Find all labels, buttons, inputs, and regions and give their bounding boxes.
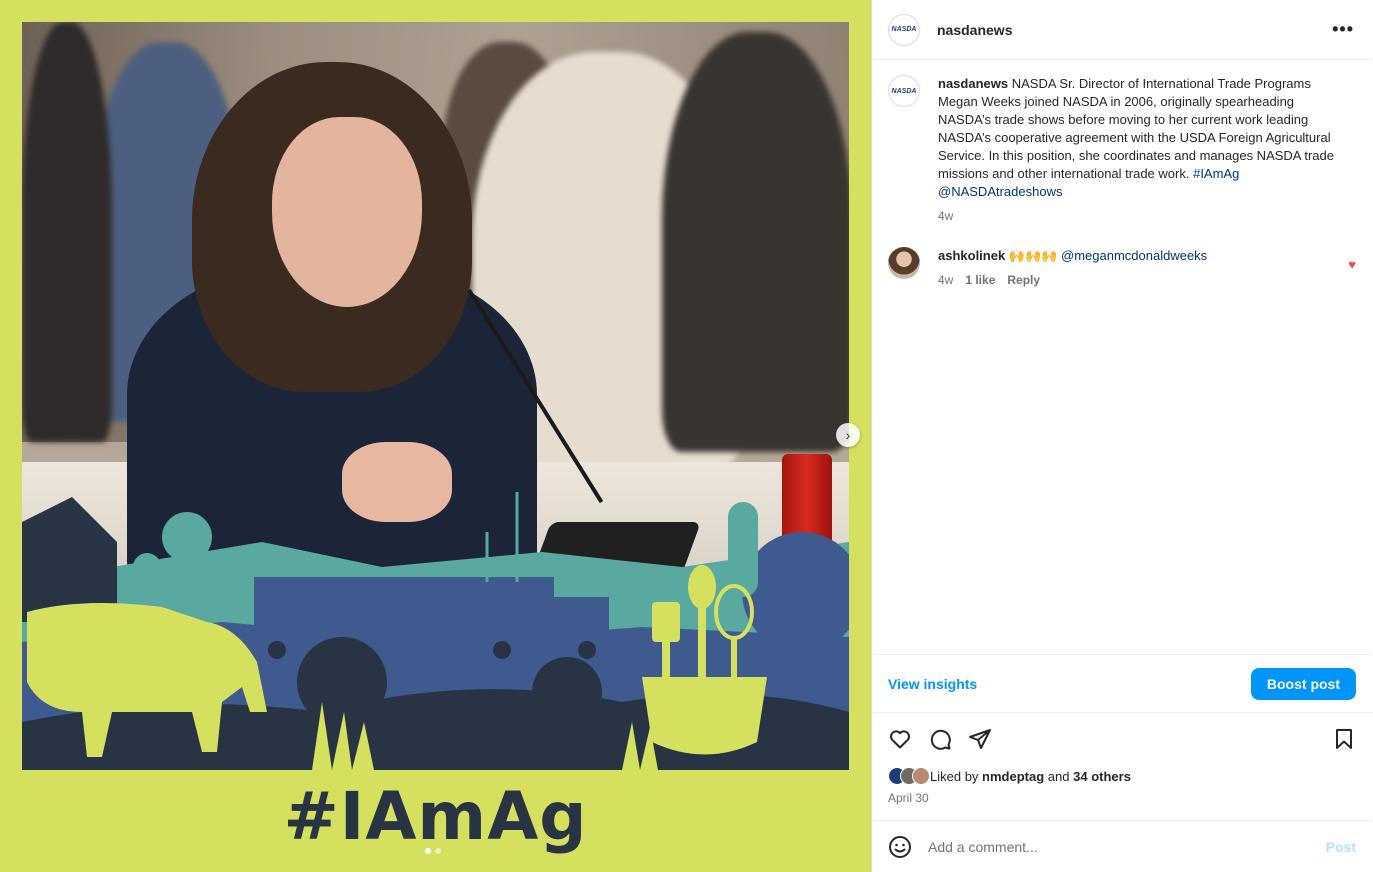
chevron-right-icon: › xyxy=(845,427,851,443)
caption-author-avatar[interactable]: NASDA xyxy=(888,75,920,107)
comment-emojis: 🙌🙌🙌 xyxy=(1008,248,1058,263)
more-horizontal-icon: ••• xyxy=(1332,19,1354,39)
caption-hashtag[interactable]: #IAmAg xyxy=(1193,166,1239,181)
carousel-dot xyxy=(435,848,441,854)
iamag-hashtag-graphic: #IAmAg xyxy=(283,778,588,855)
bookmark-icon[interactable] xyxy=(1332,727,1356,751)
heart-icon[interactable] xyxy=(888,727,912,751)
comment-timestamp: 4w xyxy=(938,273,954,287)
commenter-avatar[interactable] xyxy=(888,247,920,279)
author-avatar[interactable]: NASDA xyxy=(888,13,920,46)
post-photo xyxy=(22,22,849,770)
more-options-button[interactable]: ••• xyxy=(1332,19,1354,40)
comments-section[interactable]: NASDA nasdanews NASDA Sr. Director of In… xyxy=(872,61,1372,653)
post-comment-button[interactable]: Post xyxy=(1326,839,1356,855)
post-header: NASDA nasdanews ••• xyxy=(872,0,1372,60)
add-comment-input[interactable]: Add a comment... xyxy=(928,839,1326,855)
post-details-panel: NASDA nasdanews ••• NASDA nasdanews NASD… xyxy=(871,0,1372,872)
view-insights-link[interactable]: View insights xyxy=(888,676,977,692)
carousel-dot-active xyxy=(425,848,431,854)
comment-like-heart-icon[interactable]: ♥ xyxy=(1348,257,1356,272)
comment-likes-count[interactable]: 1 like xyxy=(965,271,995,289)
comment-mention[interactable]: @meganmcdonaldweeks xyxy=(1061,248,1207,263)
boost-post-button[interactable]: Boost post xyxy=(1250,667,1356,700)
smiley-icon[interactable] xyxy=(888,835,912,859)
commenter-username[interactable]: ashkolinek xyxy=(938,248,1005,263)
liker-avatar xyxy=(912,767,930,785)
post-date: April 30 xyxy=(888,791,929,805)
liked-by-others[interactable]: 34 others xyxy=(1073,769,1131,784)
post-caption: NASDA nasdanews NASDA Sr. Director of In… xyxy=(888,75,1356,225)
comment-meta: 4w 1 like Reply xyxy=(938,271,1207,289)
post-actions: Liked by nmdeptag and 34 others April 30 xyxy=(872,712,1372,805)
comment-reply-button[interactable]: Reply xyxy=(1007,271,1040,289)
insights-bar: View insights Boost post xyxy=(872,654,1372,712)
caption-body: nasdanews NASDA Sr. Director of Internat… xyxy=(938,75,1348,225)
comment-icon[interactable] xyxy=(928,727,952,751)
agriculture-illustration xyxy=(22,492,849,770)
liked-by-row: Liked by nmdeptag and 34 others xyxy=(888,767,1356,785)
caption-text: NASDA Sr. Director of International Trad… xyxy=(938,76,1334,181)
carousel-indicator xyxy=(425,848,441,854)
caption-mention[interactable]: @NASDAtradeshows xyxy=(938,184,1062,199)
carousel-next-button[interactable]: › xyxy=(836,423,860,447)
comment-body: ashkolinek 🙌🙌🙌 @meganmcdonaldweeks 4w 1 … xyxy=(938,247,1207,289)
liked-by-prefix: Liked by xyxy=(930,768,979,784)
author-username[interactable]: nasdanews xyxy=(937,22,1332,38)
comment-item: ashkolinek 🙌🙌🙌 @meganmcdonaldweeks 4w 1 … xyxy=(888,247,1356,289)
liked-by-username[interactable]: nmdeptag xyxy=(982,769,1044,784)
caption-username[interactable]: nasdanews xyxy=(938,76,1008,91)
caption-timestamp: 4w xyxy=(938,209,954,223)
action-icons-row xyxy=(888,713,1356,765)
nasda-logo: NASDA xyxy=(891,87,917,95)
liked-by-text: Liked by nmdeptag and 34 others xyxy=(930,769,1131,784)
share-icon[interactable] xyxy=(968,727,992,751)
nasda-logo: NASDA xyxy=(891,26,917,33)
liked-by-avatars[interactable] xyxy=(888,767,930,785)
liked-by-and: and xyxy=(1047,768,1070,784)
post-media[interactable]: #IAmAg › xyxy=(0,0,871,872)
add-comment-bar: Add a comment... Post xyxy=(872,820,1372,872)
